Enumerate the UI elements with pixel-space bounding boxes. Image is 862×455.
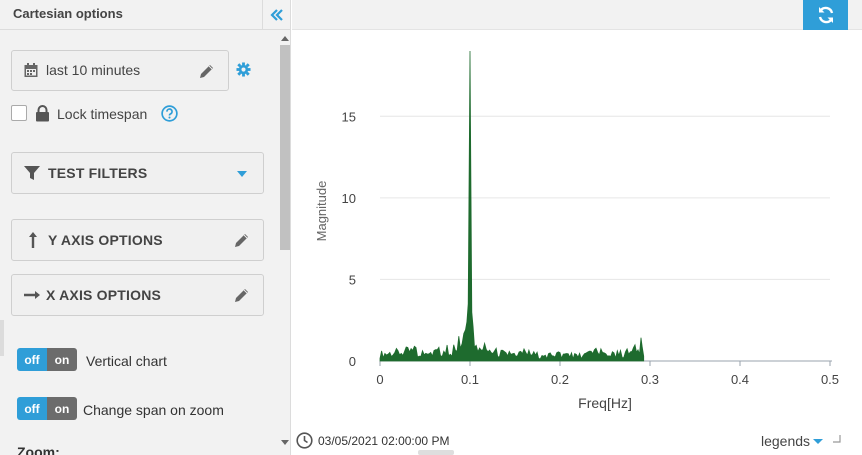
timespan-box[interactable]: last 10 minutes (11, 50, 229, 91)
x-axis-ticks: 0 0.1 0.2 0.3 0.4 0.5 (376, 361, 839, 387)
x-tick-label: 0 (376, 372, 383, 387)
y-tick-label: 10 (342, 191, 356, 206)
x-axis-options-title: X AXIS OPTIONS (46, 287, 162, 303)
sidebar-scroll-thumb[interactable] (280, 45, 290, 250)
series-area (379, 50, 645, 362)
y-axis-options-title: Y AXIS OPTIONS (48, 232, 163, 248)
footer-timestamp: 03/05/2021 02:00:00 PM (318, 434, 450, 448)
pencil-icon[interactable] (198, 63, 215, 80)
spectrum-chart[interactable]: 0 5 10 15 0 0.1 0.2 0.3 0.4 0.5 Freq[Hz] Magnitu… (292, 31, 842, 426)
refresh-button[interactable] (803, 0, 848, 30)
horizontal-scroll-thumb[interactable] (418, 450, 454, 455)
resize-handle-icon[interactable] (833, 435, 841, 443)
refresh-icon (818, 6, 833, 24)
sidebar-header: Cartesian options (0, 0, 290, 30)
arrow-up-icon (29, 232, 37, 248)
lock-timespan-checkbox[interactable] (11, 105, 27, 121)
x-tick-label: 0.5 (821, 372, 839, 387)
zoom-label: Zoom: (17, 444, 60, 455)
double-chevron-left-icon (270, 9, 283, 21)
vertical-chart-toggle[interactable]: off on (17, 348, 77, 371)
collapse-sidebar-button[interactable] (262, 0, 290, 30)
x-axis-options-box[interactable]: X AXIS OPTIONS (11, 274, 264, 316)
options-sidebar: Cartesian options last 10 minutes Lock t… (0, 0, 291, 455)
toggle-on-label: on (47, 397, 77, 420)
x-axis-label: Freq[Hz] (578, 395, 632, 411)
chart-toolbar (292, 0, 862, 30)
scroll-up-arrow-icon[interactable] (281, 35, 289, 41)
legends-toggle[interactable]: legends (761, 433, 810, 449)
clock-icon (296, 432, 313, 449)
toggle-off-label: off (17, 397, 47, 420)
lock-timespan-label: Lock timespan (57, 106, 148, 122)
chevron-down-icon[interactable] (813, 439, 823, 444)
x-tick-label: 0.2 (551, 372, 569, 387)
lock-icon (36, 105, 49, 122)
test-filters-title: TEST FILTERS (48, 165, 148, 181)
sidebar-edge-tab (0, 320, 4, 356)
sidebar-title: Cartesian options (13, 6, 123, 21)
chevron-down-icon (237, 171, 247, 177)
chart-grid (380, 115, 830, 280)
change-span-on-zoom-label: Change span on zoom (83, 402, 224, 418)
calendar-icon (24, 63, 38, 77)
pencil-icon[interactable] (233, 287, 250, 304)
x-tick-label: 0.1 (461, 372, 479, 387)
y-axis-ticks: 0 5 10 15 (342, 109, 356, 369)
gear-icon[interactable] (236, 62, 251, 77)
toggle-off-label: off (17, 348, 47, 371)
x-tick-label: 0.3 (641, 372, 659, 387)
vertical-chart-label: Vertical chart (86, 353, 167, 369)
y-axis-options-box[interactable]: Y AXIS OPTIONS (11, 219, 264, 261)
test-filters-dropdown[interactable]: TEST FILTERS (11, 152, 264, 194)
y-tick-label: 15 (342, 109, 356, 124)
y-tick-label: 0 (349, 354, 356, 369)
toggle-on-label: on (47, 348, 77, 371)
pencil-icon[interactable] (233, 232, 250, 249)
filter-icon (24, 166, 40, 180)
question-circle-icon[interactable] (161, 105, 178, 122)
scroll-down-arrow-icon[interactable] (281, 440, 289, 446)
change-span-on-zoom-toggle[interactable]: off on (17, 397, 77, 420)
arrow-right-icon (24, 291, 40, 299)
timespan-label: last 10 minutes (46, 62, 141, 78)
x-tick-label: 0.4 (731, 372, 749, 387)
y-axis-label: Magnitude (314, 181, 329, 242)
y-tick-label: 5 (349, 272, 356, 287)
